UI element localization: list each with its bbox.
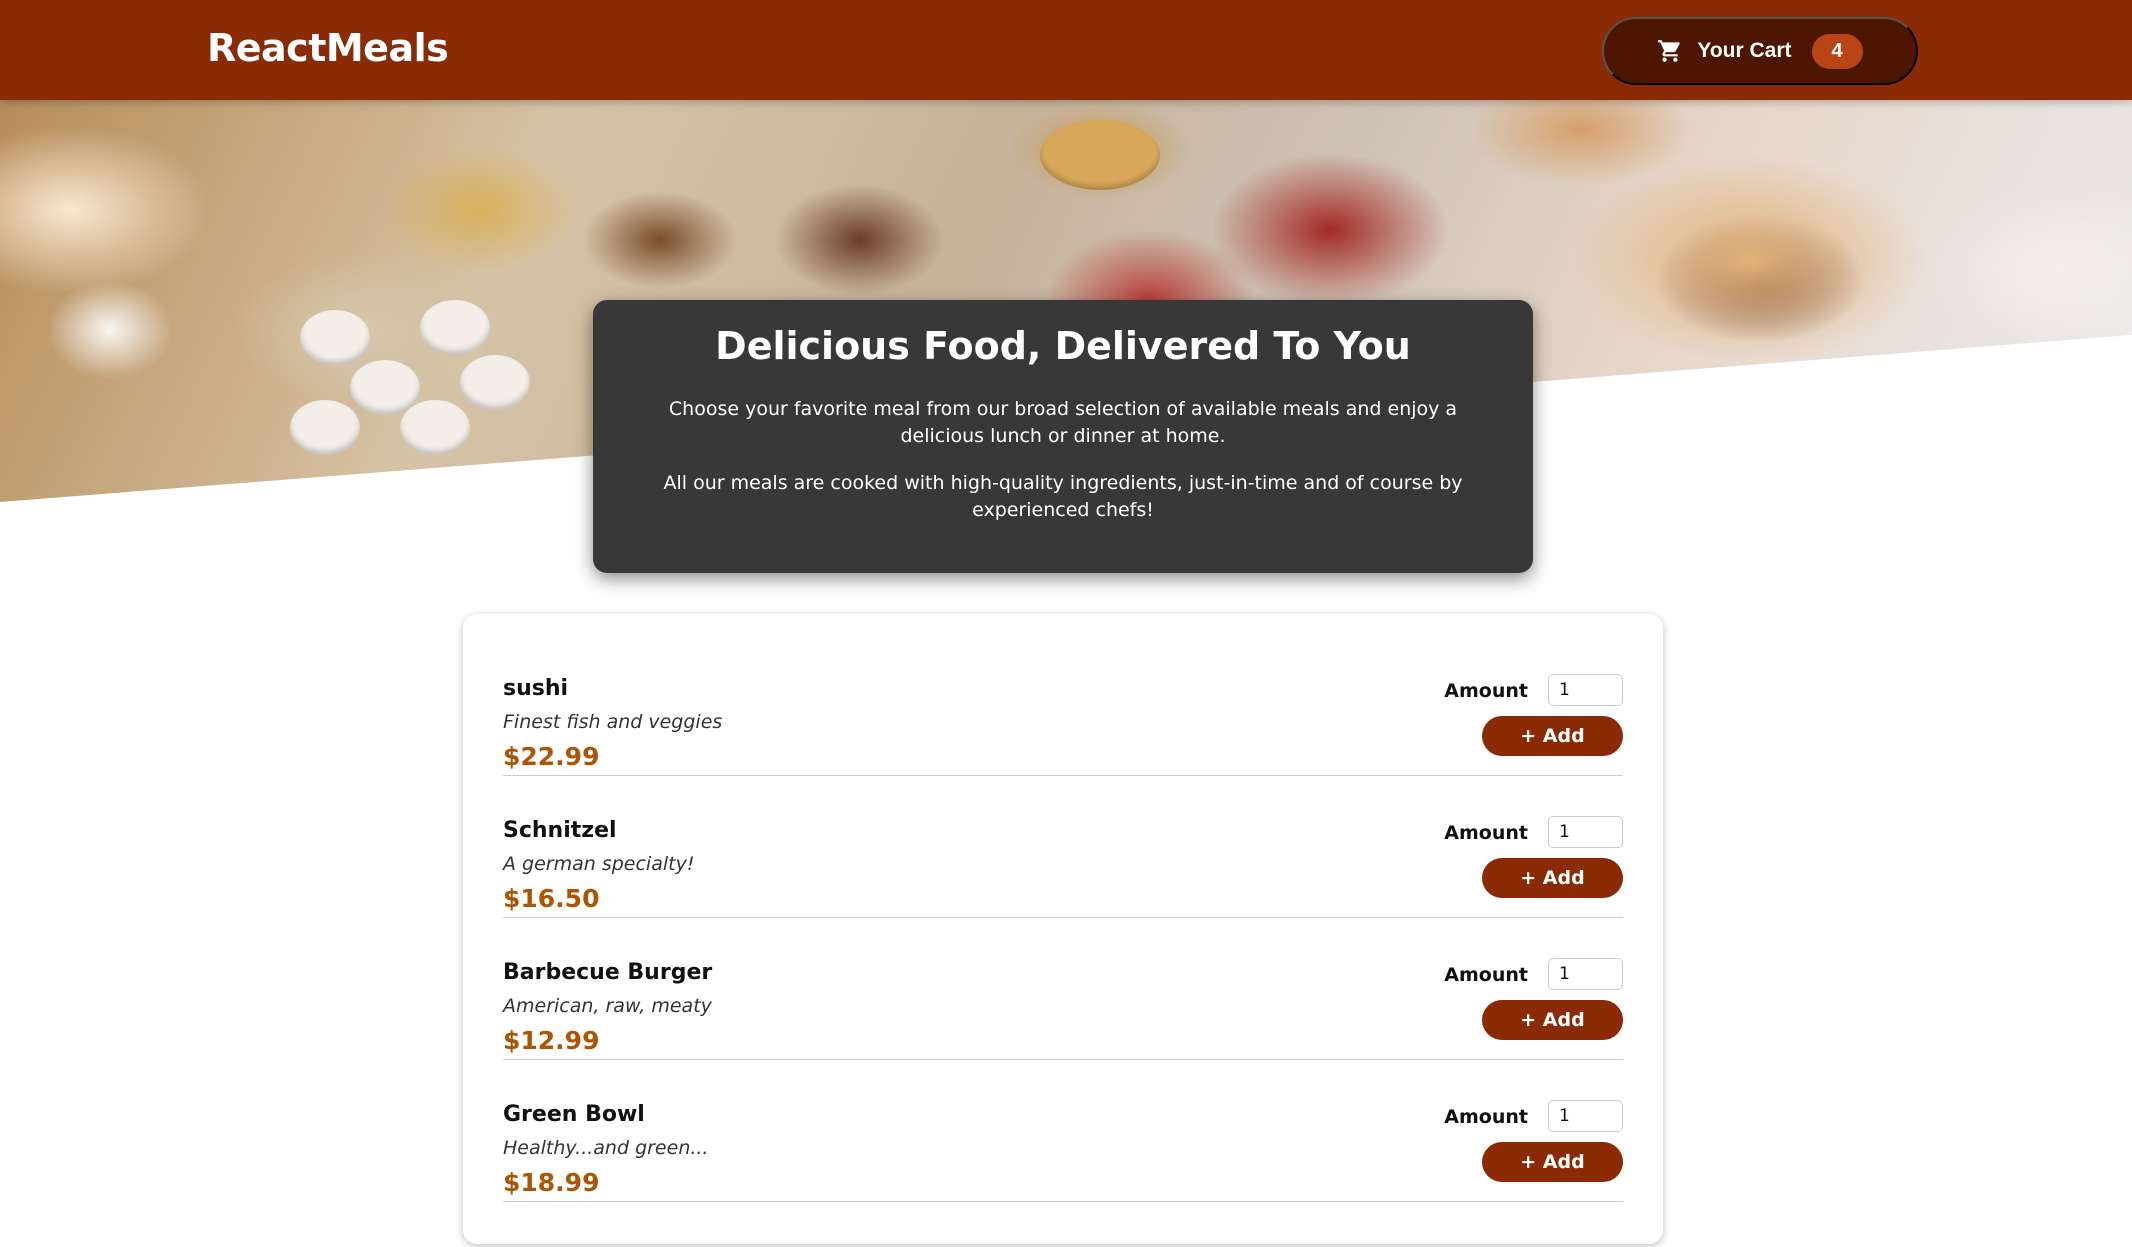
meals-summary: Delicious Food, Delivered To You Choose … xyxy=(593,300,1533,573)
cart-count-badge: 4 xyxy=(1811,33,1863,69)
meal-name: sushi xyxy=(503,676,569,701)
amount-label: Amount xyxy=(1444,1106,1528,1128)
add-to-cart-button[interactable]: + Add xyxy=(1482,858,1623,898)
add-to-cart-button[interactable]: + Add xyxy=(1482,1000,1623,1040)
amount-label: Amount xyxy=(1444,964,1528,986)
summary-paragraph: Choose your favorite meal from our broad… xyxy=(668,398,1458,447)
meal-description: Finest fish and veggies xyxy=(503,711,723,733)
meal-name: Schnitzel xyxy=(503,818,617,843)
meal-item: Green Bowl Healthy...and green... $18.99… xyxy=(503,1060,1623,1202)
amount-input[interactable] xyxy=(1548,1100,1623,1132)
meal-price: $22.99 xyxy=(503,742,600,771)
meal-item: Schnitzel A german specialty! $16.50 Amo… xyxy=(503,776,1623,918)
meal-item: Barbecue Burger American, raw, meaty $12… xyxy=(503,918,1623,1060)
meal-price: $16.50 xyxy=(503,884,600,913)
meal-price: $18.99 xyxy=(503,1168,600,1197)
meal-name: Green Bowl xyxy=(503,1102,645,1127)
meal-description: A german specialty! xyxy=(503,853,695,875)
add-to-cart-button[interactable]: + Add xyxy=(1482,1142,1623,1182)
amount-label: Amount xyxy=(1444,680,1528,702)
available-meals-card: sushi Finest fish and veggies $22.99 Amo… xyxy=(463,614,1663,1244)
amount-input[interactable] xyxy=(1548,958,1623,990)
cart-label: Your Cart xyxy=(1697,39,1792,62)
meal-price: $12.99 xyxy=(503,1026,600,1055)
cart-icon xyxy=(1657,38,1683,64)
app-header: ReactMeals Your Cart 4 xyxy=(0,0,2132,100)
app-logo: ReactMeals xyxy=(207,26,449,70)
meal-description: Healthy...and green... xyxy=(503,1137,709,1159)
amount-input[interactable] xyxy=(1548,816,1623,848)
meal-description: American, raw, meaty xyxy=(503,995,712,1017)
summary-paragraph: All our meals are cooked with high-quali… xyxy=(663,472,1463,521)
meal-name: Barbecue Burger xyxy=(503,960,713,985)
amount-label: Amount xyxy=(1444,822,1528,844)
add-to-cart-button[interactable]: + Add xyxy=(1482,716,1623,756)
summary-title: Delicious Food, Delivered To You xyxy=(715,324,1411,368)
meal-item: sushi Finest fish and veggies $22.99 Amo… xyxy=(503,634,1623,776)
amount-input[interactable] xyxy=(1548,674,1623,706)
cart-button[interactable]: Your Cart 4 xyxy=(1602,17,1918,85)
